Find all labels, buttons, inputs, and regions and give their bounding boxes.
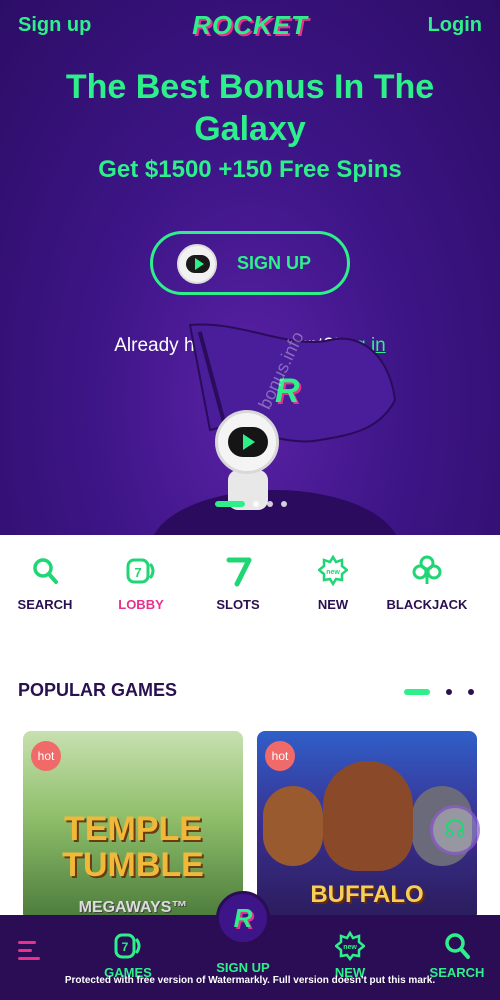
headset-icon: ☊ <box>444 816 466 843</box>
search-icon <box>33 558 58 584</box>
menu-icon[interactable] <box>18 941 40 961</box>
pager-active[interactable] <box>404 689 430 695</box>
category-slots-label: SLOTS <box>216 597 260 612</box>
carousel-dots[interactable] <box>215 500 295 508</box>
top-bar: Sign up ROCKET Login <box>0 0 500 52</box>
lobby-icon: 7 <box>126 558 155 584</box>
slots-icon <box>226 557 252 587</box>
nav-new[interactable]: new NEW <box>310 931 390 980</box>
category-search-label: SEARCH <box>17 597 73 612</box>
header-signup-link[interactable]: Sign up <box>18 14 91 37</box>
game-title-line1: TEMPLE <box>64 810 202 848</box>
svg-text:7: 7 <box>122 940 129 954</box>
new-badge-icon: new <box>318 555 348 587</box>
club-icon <box>412 555 442 584</box>
rocket-logo[interactable]: ROCKET <box>190 10 310 41</box>
search-icon <box>445 933 470 959</box>
carousel-dot-active[interactable] <box>215 501 245 507</box>
nav-signup-button[interactable]: R <box>216 891 270 945</box>
category-new[interactable]: new NEW <box>288 555 378 612</box>
game-title: BUFFALO <box>310 881 424 908</box>
hot-badge: hot <box>31 741 61 771</box>
game-title: TEMPLE TUMBLE MEGAWAYS™ <box>23 811 243 921</box>
pager-dot[interactable] <box>468 689 474 695</box>
hero-subline: Get $1500 +150 Free Spins <box>98 156 402 183</box>
carousel-dot[interactable] <box>281 501 287 507</box>
carousel-dot[interactable] <box>267 501 273 507</box>
category-nav: SEARCH 7 LOBBY SLOTS new NEW BLACKJACK <box>0 535 500 630</box>
svg-text:new: new <box>343 944 357 951</box>
header-login-link[interactable]: Login <box>428 14 482 37</box>
category-slots[interactable]: SLOTS <box>193 555 283 612</box>
popular-pager[interactable] <box>404 689 484 695</box>
hero-banner: Sign up ROCKET Login The Best Bonus In T… <box>0 0 500 535</box>
games-icon: 7 <box>114 933 141 959</box>
svg-text:new: new <box>326 569 340 576</box>
planet-illustration <box>150 490 400 535</box>
category-new-label: NEW <box>317 597 349 612</box>
game-title-line2: TUMBLE <box>62 846 204 884</box>
nav-search[interactable]: SEARCH <box>417 931 497 980</box>
hero-signup-label: SIGN UP <box>237 253 312 273</box>
bison-illustration <box>323 761 413 871</box>
astronaut-icon <box>177 244 217 284</box>
new-badge-icon: new <box>335 931 365 961</box>
svg-text:7: 7 <box>134 565 141 580</box>
pager-dot[interactable] <box>446 689 452 695</box>
robot-mascot-icon <box>215 410 279 474</box>
category-search[interactable]: SEARCH <box>0 555 90 612</box>
category-blackjack[interactable]: BLACKJACK <box>382 555 472 612</box>
bear-illustration <box>263 786 323 866</box>
game-card-temple-tumble[interactable]: hot TEMPLE TUMBLE MEGAWAYS™ <box>23 731 243 921</box>
category-lobby-label: LOBBY <box>118 597 164 612</box>
hero-headline: The Best Bonus In The Galaxy <box>65 68 435 148</box>
nav-signup-label[interactable]: SIGN UP <box>203 960 283 975</box>
category-lobby[interactable]: 7 LOBBY <box>96 555 186 612</box>
category-blackjack-label: BLACKJACK <box>386 597 468 612</box>
hot-badge: hot <box>265 741 295 771</box>
hero-signup-button[interactable]: SIGN UP <box>150 231 350 295</box>
watermark-notice: Protected with free version of Watermark… <box>64 975 436 986</box>
support-chat-button[interactable]: ☊ <box>430 805 480 855</box>
popular-games-title: POPULAR GAMES <box>18 680 178 700</box>
carousel-dot[interactable] <box>253 501 259 507</box>
game-title-line3: MEGAWAYS™ <box>78 899 188 916</box>
nav-games[interactable]: 7 GAMES <box>88 931 168 980</box>
